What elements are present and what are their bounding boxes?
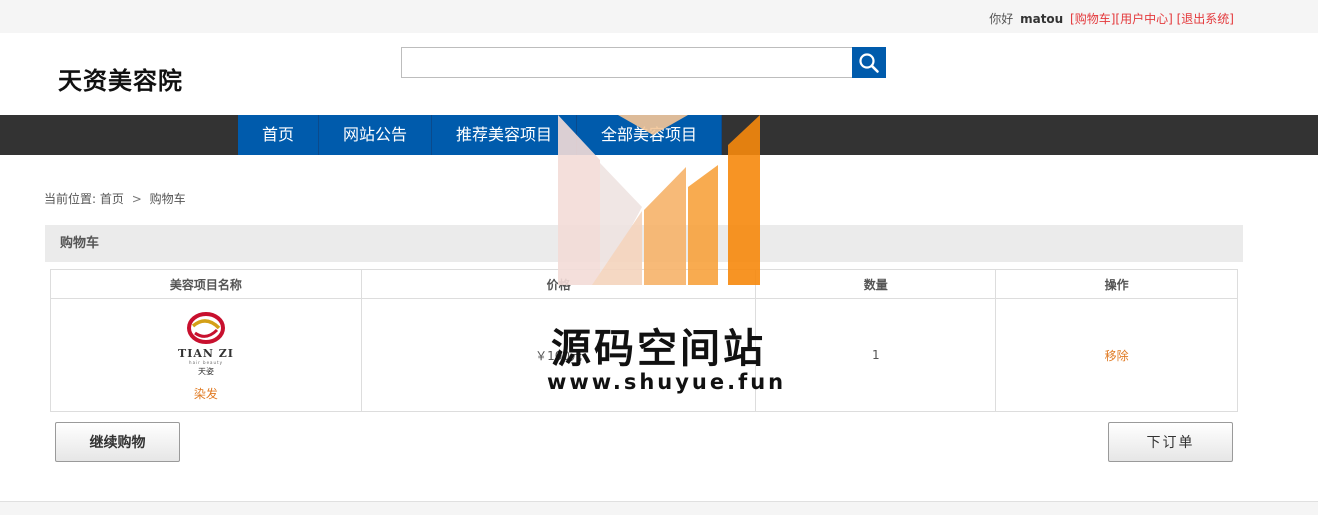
place-order-button[interactable]: 下订单 <box>1108 422 1233 462</box>
cart-link[interactable]: [购物车] <box>1070 12 1115 26</box>
site-logo[interactable]: 天资美容院 <box>58 61 183 96</box>
svg-text:hair beauty: hair beauty <box>189 360 223 365</box>
username: matou <box>1020 12 1064 26</box>
search-input[interactable] <box>401 47 853 78</box>
nav-item-announcements[interactable]: 网站公告 <box>319 115 433 155</box>
watermark-logo-icon <box>558 115 760 285</box>
remove-button[interactable]: 移除 <box>1105 349 1129 363</box>
product-logo-image[interactable]: TIAN ZI hair beauty 天姿 <box>171 309 241 379</box>
quantity-cell: 1 <box>755 298 997 412</box>
col-header-quantity: 数量 <box>755 269 997 299</box>
col-header-action: 操作 <box>995 269 1238 299</box>
footer <box>0 501 1318 515</box>
breadcrumb: 当前位置: 首页 > 购物车 <box>44 190 186 207</box>
nav-item-home[interactable]: 首页 <box>238 115 320 155</box>
action-cell: 移除 <box>995 298 1238 412</box>
product-name-link[interactable]: 染发 <box>194 385 218 402</box>
continue-shopping-button[interactable]: 继续购物 <box>55 422 180 462</box>
watermark-url: www.shuyue.fun <box>547 370 787 394</box>
search-icon <box>852 52 886 74</box>
top-bar: 你好 matou [购物车][用户中心] [退出系统] <box>0 0 1318 33</box>
watermark-title: 源码空间站 <box>551 326 766 372</box>
greeting-text: 你好 <box>989 12 1014 26</box>
chevron-right-icon: > <box>131 192 142 206</box>
product-cell: TIAN ZI hair beauty 天姿 染发 <box>50 298 362 412</box>
logout-link[interactable]: [退出系统] <box>1177 12 1234 26</box>
breadcrumb-home[interactable]: 首页 <box>100 192 124 206</box>
col-header-name: 美容项目名称 <box>50 269 362 299</box>
breadcrumb-current: 购物车 <box>149 192 186 206</box>
search-button[interactable] <box>852 47 886 78</box>
user-center-link[interactable]: [用户中心] <box>1115 12 1172 26</box>
svg-text:TIAN ZI: TIAN ZI <box>178 347 234 360</box>
breadcrumb-prefix: 当前位置: <box>44 192 97 206</box>
nav-item-recommended[interactable]: 推荐美容项目 <box>432 115 578 155</box>
user-links: 你好 matou [购物车][用户中心] [退出系统] <box>989 10 1234 27</box>
svg-text:天姿: 天姿 <box>198 366 214 376</box>
